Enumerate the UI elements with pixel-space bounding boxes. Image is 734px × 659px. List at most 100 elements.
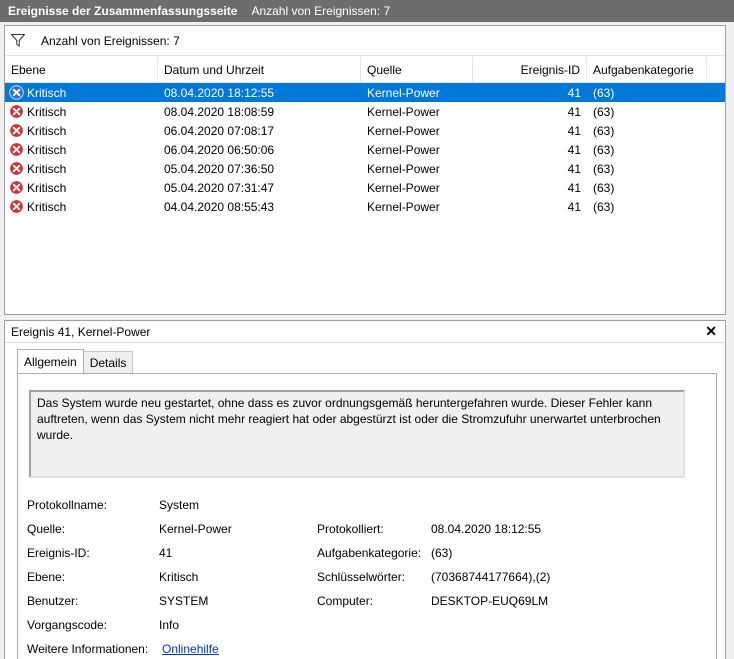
prop-value-logged: 08.04.2020 18:12:55 — [431, 522, 542, 536]
cell-level: Kritisch — [5, 123, 158, 138]
cell-date: 06.04.2020 07:08:17 — [164, 123, 275, 138]
prop-value-source: Kernel-Power — [159, 522, 232, 536]
prop-value-opcode: Info — [159, 618, 180, 632]
cell-event-id: 41 — [567, 161, 581, 176]
prop-value-user: SYSTEM — [159, 594, 209, 608]
cell-event-id: 41 — [567, 199, 581, 214]
event-description[interactable]: Das System wurde neu gestartet, ohne das… — [29, 390, 685, 478]
cell-date: 06.04.2020 06:50:06 — [164, 142, 275, 157]
table-row[interactable]: Kritisch 08.04.2020 18:12:55 Kernel-Power 4… — [5, 83, 725, 102]
table-row[interactable]: Kritisch 06.04.2020 06:50:06 Kernel-Power 4… — [5, 140, 725, 159]
cell-source: Kernel-Power — [367, 161, 440, 176]
column-header-source[interactable]: Quelle — [361, 57, 473, 82]
critical-error-icon — [9, 161, 24, 176]
cell-level: Kritisch — [5, 104, 158, 119]
prop-label-more-info: Weitere Informationen: — [27, 642, 149, 656]
cell-event-id: 41 — [567, 180, 581, 195]
cell-level-text: Kritisch — [27, 104, 67, 119]
cell-date: 05.04.2020 07:36:50 — [164, 161, 275, 176]
prop-label-task-category: Aufgabenkategorie: — [317, 546, 422, 560]
cell-level-text: Kritisch — [27, 180, 67, 195]
prop-label-log-name: Protokollname: — [27, 498, 108, 512]
cell-source: Kernel-Power — [367, 199, 440, 214]
cell-level: Kritisch — [5, 199, 158, 214]
cell-date: 08.04.2020 18:12:55 — [164, 85, 275, 100]
column-header-level[interactable]: Ebene — [5, 57, 158, 82]
cell-category: (63) — [593, 142, 615, 157]
table-header: Ebene Datum und Uhrzeit Quelle Ereignis-… — [5, 57, 725, 83]
cell-date: 05.04.2020 07:31:47 — [164, 180, 275, 195]
cell-source: Kernel-Power — [367, 85, 440, 100]
table-body: Kritisch 08.04.2020 18:12:55 Kernel-Power 4… — [5, 83, 725, 216]
summary-event-count: Anzahl von Ereignissen: 7 — [251, 4, 391, 18]
critical-error-icon — [9, 123, 24, 138]
column-header-category[interactable]: Aufgabenkategorie — [587, 57, 707, 82]
cell-level: Kritisch — [5, 161, 158, 176]
detail-tabs: Allgemein Details — [17, 349, 134, 373]
cell-level-text: Kritisch — [27, 123, 67, 138]
close-icon[interactable]: ✕ — [705, 323, 717, 340]
prop-value-log-name: System — [159, 498, 200, 512]
cell-source: Kernel-Power — [367, 104, 440, 119]
prop-label-computer: Computer: — [317, 594, 374, 608]
cell-event-id: 41 — [567, 123, 581, 138]
prop-label-logged: Protokolliert: — [317, 522, 384, 536]
filter-icon[interactable] — [11, 34, 25, 47]
cell-category: (63) — [593, 85, 615, 100]
table-row[interactable]: Kritisch 08.04.2020 18:08:59 Kernel-Power 4… — [5, 102, 725, 121]
cell-level-text: Kritisch — [27, 142, 67, 157]
cell-level: Kritisch — [5, 142, 158, 157]
critical-error-icon — [9, 85, 24, 100]
column-header-event-id[interactable]: Ereignis-ID — [473, 57, 587, 82]
tab-allgemein[interactable]: Allgemein — [17, 349, 84, 373]
table-row[interactable]: Kritisch 05.04.2020 07:31:47 Kernel-Power 4… — [5, 178, 725, 197]
cell-date: 08.04.2020 18:08:59 — [164, 104, 275, 119]
critical-error-icon — [9, 104, 24, 119]
column-header-date[interactable]: Datum und Uhrzeit — [158, 57, 361, 82]
cell-level: Kritisch — [5, 85, 158, 100]
prop-value-keywords: (70368744177664),(2) — [431, 570, 551, 584]
summary-title: Ereignisse der Zusammenfassungsseite — [8, 4, 238, 18]
events-table: Ebene Datum und Uhrzeit Quelle Ereignis-… — [5, 57, 725, 216]
cell-level: Kritisch — [5, 180, 158, 195]
prop-value-level: Kritisch — [159, 570, 199, 584]
cell-category: (63) — [593, 199, 615, 214]
cell-category: (63) — [593, 180, 615, 195]
prop-label-event-id: Ereignis-ID: — [27, 546, 90, 560]
prop-label-user: Benutzer: — [27, 594, 79, 608]
cell-category: (63) — [593, 161, 615, 176]
event-detail-panel: Ereignis 41, Kernel-Power ✕ Allgemein De… — [4, 320, 726, 659]
filter-bar: Anzahl von Ereignissen: 7 — [5, 26, 725, 56]
cell-event-id: 41 — [567, 104, 581, 119]
cell-source: Kernel-Power — [367, 142, 440, 157]
cell-level-text: Kritisch — [27, 199, 67, 214]
summary-titlebar: Ereignisse der Zusammenfassungsseite Anz… — [0, 0, 734, 22]
online-help-link[interactable]: Onlinehilfe — [162, 642, 219, 656]
prop-label-keywords: Schlüsselwörter: — [317, 570, 406, 584]
detail-header: Ereignis 41, Kernel-Power ✕ — [5, 321, 725, 343]
tab-details[interactable]: Details — [82, 351, 134, 373]
critical-error-icon — [9, 180, 24, 195]
critical-error-icon — [9, 142, 24, 157]
prop-value-task-category: (63) — [431, 546, 453, 560]
table-row[interactable]: Kritisch 05.04.2020 07:36:50 Kernel-Power 4… — [5, 159, 725, 178]
cell-category: (63) — [593, 104, 615, 119]
prop-label-source: Quelle: — [27, 522, 66, 536]
cell-event-id: 41 — [567, 85, 581, 100]
cell-date: 04.04.2020 08:55:43 — [164, 199, 275, 214]
tab-content-general: Das System wurde neu gestartet, ohne das… — [17, 373, 717, 659]
detail-title: Ereignis 41, Kernel-Power — [11, 324, 151, 339]
cell-source: Kernel-Power — [367, 180, 440, 195]
table-row[interactable]: Kritisch 06.04.2020 07:08:17 Kernel-Power 4… — [5, 121, 725, 140]
cell-level-text: Kritisch — [27, 85, 67, 100]
filter-event-count: Anzahl von Ereignissen: 7 — [41, 33, 180, 48]
prop-value-computer: DESKTOP-EUQ69LM — [431, 594, 549, 608]
events-panel: Anzahl von Ereignissen: 7 Ebene Datum un… — [4, 25, 726, 315]
prop-value-event-id: 41 — [159, 546, 173, 560]
table-row[interactable]: Kritisch 04.04.2020 08:55:43 Kernel-Power 4… — [5, 197, 725, 216]
prop-label-level: Ebene: — [27, 570, 66, 584]
cell-source: Kernel-Power — [367, 123, 440, 138]
cell-level-text: Kritisch — [27, 161, 67, 176]
cell-category: (63) — [593, 123, 615, 138]
critical-error-icon — [9, 199, 24, 214]
